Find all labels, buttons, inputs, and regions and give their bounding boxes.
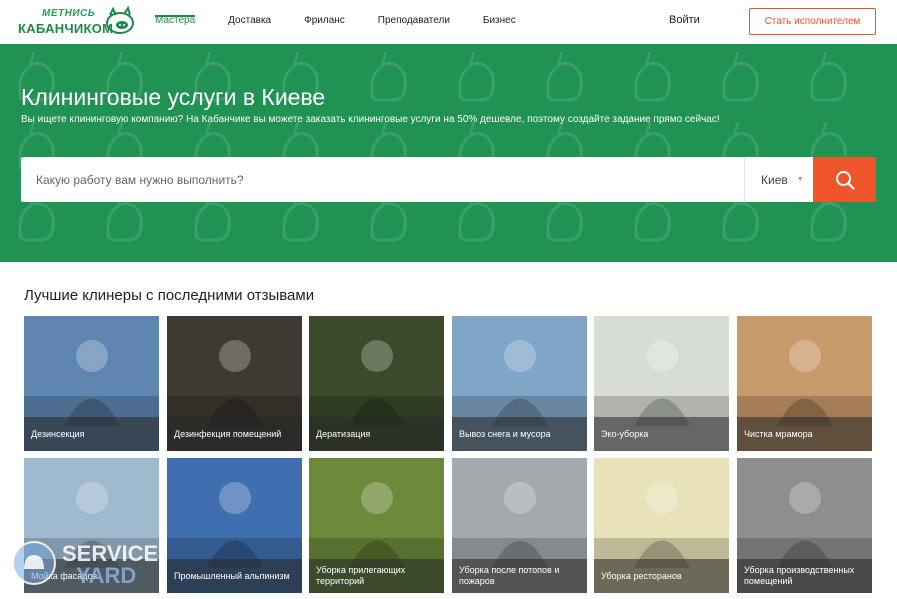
nav-teachers[interactable]: Преподаватели — [378, 0, 450, 29]
nav-delivery[interactable]: Доставка — [228, 0, 271, 29]
category-caption: Дезинфекция помещений — [167, 417, 302, 451]
page-title: Клининговые услуги в Киеве — [21, 84, 326, 110]
category-label: Вывоз снега и мусора — [459, 428, 551, 439]
become-performer-button[interactable]: Стать исполнителем — [749, 8, 876, 35]
category-tile[interactable]: Эко-уборка — [594, 316, 729, 451]
category-caption: Чистка мрамора — [737, 417, 872, 451]
service-yard-watermark: SERVICE YARD — [12, 541, 158, 588]
category-caption: Дезинсекция — [24, 417, 159, 451]
main-nav: Мастера Доставка Фриланс Преподаватели Б… — [155, 0, 549, 44]
category-tile[interactable]: Вывоз снега и мусора — [452, 316, 587, 451]
category-caption: Эко-уборка — [594, 417, 729, 451]
category-tile[interactable]: Уборка ресторанов — [594, 458, 729, 593]
category-tile[interactable]: Уборка после потопов и пожаров — [452, 458, 587, 593]
category-tile[interactable]: Дезинсекция — [24, 316, 159, 451]
category-tile[interactable]: Чистка мрамора — [737, 316, 872, 451]
search-icon — [835, 170, 855, 190]
logo[interactable]: МЕТНИСЬ КАБАНЧИКОМ — [18, 6, 138, 40]
hero-banner: Клининговые услуги в Киеве Вы ищете клин… — [0, 44, 897, 262]
search-input[interactable] — [21, 157, 744, 202]
category-label: Уборка производственных помещений — [744, 565, 855, 586]
login-link[interactable]: Войти — [669, 14, 700, 26]
category-tile[interactable]: Промышленный альпинизм — [167, 458, 302, 593]
city-value: Киев — [761, 172, 788, 187]
top-header: МЕТНИСЬ КАБАНЧИКОМ Мастера Доставка Фрил… — [0, 0, 897, 44]
category-label: Уборка ресторанов — [601, 570, 682, 581]
search-button[interactable] — [813, 157, 876, 202]
section-title: Лучшие клинеры с последними отзывами — [24, 287, 315, 304]
hero-pattern-decoration — [0, 44, 897, 262]
category-caption: Уборка после потопов и пожаров — [452, 559, 587, 593]
page-subtitle: Вы ищете клининговую компанию? На Кабанч… — [21, 114, 720, 125]
category-label: Уборка после потопов и пожаров — [459, 565, 560, 586]
category-label: Чистка мрамора — [744, 428, 813, 439]
watermark-line2: YARD — [76, 563, 136, 588]
logo-line1: МЕТНИСЬ — [42, 8, 96, 19]
category-caption: Уборка производственных помещений — [737, 559, 872, 593]
chevron-down-icon: ▼ — [796, 176, 804, 183]
category-tile[interactable]: Уборка прилегающих территорий — [309, 458, 444, 593]
nav-business[interactable]: Бизнес — [483, 0, 516, 29]
category-label: Промышленный альпинизм — [174, 570, 290, 581]
category-caption: Дератизация — [309, 417, 444, 451]
category-label: Эко-уборка — [601, 428, 649, 439]
category-label: Дезинсекция — [31, 428, 85, 439]
category-caption: Промышленный альпинизм — [167, 559, 302, 593]
category-tile[interactable]: Дезинфекция помещений — [167, 316, 302, 451]
city-select[interactable]: Киев ▼ — [744, 157, 813, 202]
nav-masters[interactable]: Мастера — [155, 0, 196, 29]
category-label: Дезинфекция помещений — [174, 428, 282, 439]
category-caption: Уборка ресторанов — [594, 559, 729, 593]
category-tile[interactable]: Уборка производственных помещений — [737, 458, 872, 593]
category-label: Уборка прилегающих территорий — [316, 565, 406, 586]
pig-logo-icon — [106, 6, 134, 34]
search-bar: Киев ▼ — [21, 157, 876, 202]
nav-freelance[interactable]: Фриланс — [304, 0, 345, 29]
category-label: Дератизация — [316, 428, 371, 439]
category-caption: Уборка прилегающих территорий — [309, 559, 444, 593]
category-caption: Вывоз снега и мусора — [452, 417, 587, 451]
category-tile[interactable]: Дератизация — [309, 316, 444, 451]
